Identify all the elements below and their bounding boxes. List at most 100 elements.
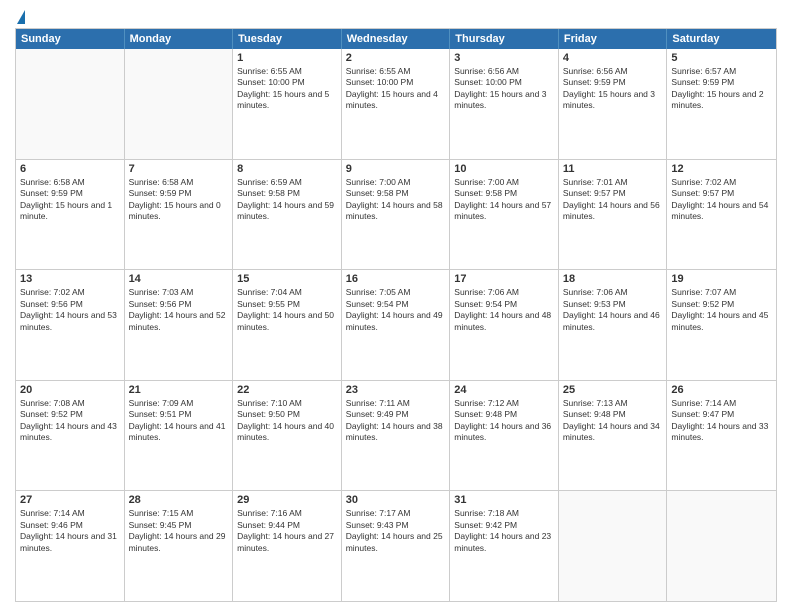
header xyxy=(15,10,777,22)
cell-text: Sunrise: 7:14 AMSunset: 9:47 PMDaylight:… xyxy=(671,398,772,444)
cell-text: Sunrise: 7:11 AMSunset: 9:49 PMDaylight:… xyxy=(346,398,446,444)
table-row: 10 Sunrise: 7:00 AMSunset: 9:58 PMDayligh… xyxy=(450,160,559,270)
cell-text: Sunrise: 6:59 AMSunset: 9:58 PMDaylight:… xyxy=(237,177,337,223)
week-row-5: 27 Sunrise: 7:14 AMSunset: 9:46 PMDayligh… xyxy=(16,491,776,601)
cell-text: Sunrise: 7:03 AMSunset: 9:56 PMDaylight:… xyxy=(129,287,229,333)
day-number: 20 xyxy=(20,384,120,396)
cell-text: Sunrise: 7:06 AMSunset: 9:54 PMDaylight:… xyxy=(454,287,554,333)
day-number: 4 xyxy=(563,52,663,64)
table-row: 15 Sunrise: 7:04 AMSunset: 9:55 PMDayligh… xyxy=(233,270,342,380)
day-number: 21 xyxy=(129,384,229,396)
day-number: 28 xyxy=(129,494,229,506)
cell-text: Sunrise: 7:07 AMSunset: 9:52 PMDaylight:… xyxy=(671,287,772,333)
cell-text: Sunrise: 6:58 AMSunset: 9:59 PMDaylight:… xyxy=(20,177,120,223)
table-row xyxy=(559,491,668,601)
table-row: 16 Sunrise: 7:05 AMSunset: 9:54 PMDayligh… xyxy=(342,270,451,380)
day-number: 6 xyxy=(20,163,120,175)
cell-text: Sunrise: 7:05 AMSunset: 9:54 PMDaylight:… xyxy=(346,287,446,333)
cell-text: Sunrise: 6:55 AMSunset: 10:00 PMDaylight… xyxy=(346,66,446,112)
table-row: 19 Sunrise: 7:07 AMSunset: 9:52 PMDayligh… xyxy=(667,270,776,380)
week-row-3: 13 Sunrise: 7:02 AMSunset: 9:56 PMDayligh… xyxy=(16,270,776,381)
day-number: 22 xyxy=(237,384,337,396)
day-number: 17 xyxy=(454,273,554,285)
table-row: 13 Sunrise: 7:02 AMSunset: 9:56 PMDayligh… xyxy=(16,270,125,380)
day-number: 23 xyxy=(346,384,446,396)
table-row: 23 Sunrise: 7:11 AMSunset: 9:49 PMDayligh… xyxy=(342,381,451,491)
day-number: 12 xyxy=(671,163,772,175)
header-friday: Friday xyxy=(559,29,668,49)
table-row: 17 Sunrise: 7:06 AMSunset: 9:54 PMDayligh… xyxy=(450,270,559,380)
header-saturday: Saturday xyxy=(667,29,776,49)
table-row xyxy=(125,49,234,159)
day-number: 26 xyxy=(671,384,772,396)
cell-text: Sunrise: 6:57 AMSunset: 9:59 PMDaylight:… xyxy=(671,66,772,112)
table-row: 6 Sunrise: 6:58 AMSunset: 9:59 PMDaylight… xyxy=(16,160,125,270)
table-row xyxy=(667,491,776,601)
day-number: 18 xyxy=(563,273,663,285)
cell-text: Sunrise: 6:56 AMSunset: 9:59 PMDaylight:… xyxy=(563,66,663,112)
calendar: Sunday Monday Tuesday Wednesday Thursday… xyxy=(15,28,777,602)
calendar-header: Sunday Monday Tuesday Wednesday Thursday… xyxy=(16,29,776,49)
table-row: 20 Sunrise: 7:08 AMSunset: 9:52 PMDayligh… xyxy=(16,381,125,491)
cell-text: Sunrise: 7:16 AMSunset: 9:44 PMDaylight:… xyxy=(237,508,337,554)
table-row: 31 Sunrise: 7:18 AMSunset: 9:42 PMDayligh… xyxy=(450,491,559,601)
day-number: 7 xyxy=(129,163,229,175)
cell-text: Sunrise: 7:00 AMSunset: 9:58 PMDaylight:… xyxy=(346,177,446,223)
table-row xyxy=(16,49,125,159)
day-number: 16 xyxy=(346,273,446,285)
cell-text: Sunrise: 7:17 AMSunset: 9:43 PMDaylight:… xyxy=(346,508,446,554)
week-row-1: 1 Sunrise: 6:55 AMSunset: 10:00 PMDayligh… xyxy=(16,49,776,160)
day-number: 10 xyxy=(454,163,554,175)
table-row: 24Sunrise: 7:12 AMSunset: 9:48 PMDayligh… xyxy=(450,381,559,491)
header-monday: Monday xyxy=(125,29,234,49)
day-number: 29 xyxy=(237,494,337,506)
cell-text: Sunrise: 6:58 AMSunset: 9:59 PMDaylight:… xyxy=(129,177,229,223)
cell-text: Sunrise: 7:02 AMSunset: 9:57 PMDaylight:… xyxy=(671,177,772,223)
table-row: 26 Sunrise: 7:14 AMSunset: 9:47 PMDayligh… xyxy=(667,381,776,491)
table-row: 22Sunrise: 7:10 AMSunset: 9:50 PMDayligh… xyxy=(233,381,342,491)
day-number: 14 xyxy=(129,273,229,285)
cell-text: Sunrise: 7:12 AMSunset: 9:48 PMDaylight:… xyxy=(454,398,554,444)
table-row: 29 Sunrise: 7:16 AMSunset: 9:44 PMDayligh… xyxy=(233,491,342,601)
cell-text: Sunrise: 7:14 AMSunset: 9:46 PMDaylight:… xyxy=(20,508,120,554)
table-row: 2 Sunrise: 6:55 AMSunset: 10:00 PMDayligh… xyxy=(342,49,451,159)
day-number: 31 xyxy=(454,494,554,506)
day-number: 8 xyxy=(237,163,337,175)
table-row: 12 Sunrise: 7:02 AMSunset: 9:57 PMDayligh… xyxy=(667,160,776,270)
table-row: 3Sunrise: 6:56 AMSunset: 10:00 PMDayligh… xyxy=(450,49,559,159)
table-row: 18 Sunrise: 7:06 AMSunset: 9:53 PMDayligh… xyxy=(559,270,668,380)
table-row: 8 Sunrise: 6:59 AMSunset: 9:58 PMDaylight… xyxy=(233,160,342,270)
table-row: 7 Sunrise: 6:58 AMSunset: 9:59 PMDaylight… xyxy=(125,160,234,270)
cell-text: Sunrise: 7:06 AMSunset: 9:53 PMDaylight:… xyxy=(563,287,663,333)
table-row: 27 Sunrise: 7:14 AMSunset: 9:46 PMDayligh… xyxy=(16,491,125,601)
cell-text: Sunrise: 7:08 AMSunset: 9:52 PMDaylight:… xyxy=(20,398,120,444)
day-number: 25 xyxy=(563,384,663,396)
table-row: 1Sunrise: 6:55 AMSunset: 10:00 PMDayligh… xyxy=(233,49,342,159)
cell-text: Sunrise: 7:04 AMSunset: 9:55 PMDaylight:… xyxy=(237,287,337,333)
header-wednesday: Wednesday xyxy=(342,29,451,49)
day-number: 1 xyxy=(237,52,337,64)
logo xyxy=(15,10,25,22)
table-row: 5 Sunrise: 6:57 AMSunset: 9:59 PMDaylight… xyxy=(667,49,776,159)
header-sunday: Sunday xyxy=(16,29,125,49)
cell-text: Sunrise: 7:01 AMSunset: 9:57 PMDaylight:… xyxy=(563,177,663,223)
table-row: 28Sunrise: 7:15 AMSunset: 9:45 PMDayligh… xyxy=(125,491,234,601)
day-number: 11 xyxy=(563,163,663,175)
day-number: 2 xyxy=(346,52,446,64)
cell-text: Sunrise: 7:02 AMSunset: 9:56 PMDaylight:… xyxy=(20,287,120,333)
day-number: 9 xyxy=(346,163,446,175)
table-row: 11 Sunrise: 7:01 AMSunset: 9:57 PMDayligh… xyxy=(559,160,668,270)
day-number: 27 xyxy=(20,494,120,506)
cell-text: Sunrise: 7:18 AMSunset: 9:42 PMDaylight:… xyxy=(454,508,554,554)
week-row-4: 20 Sunrise: 7:08 AMSunset: 9:52 PMDayligh… xyxy=(16,381,776,492)
cell-text: Sunrise: 7:09 AMSunset: 9:51 PMDaylight:… xyxy=(129,398,229,444)
cell-text: Sunrise: 7:00 AMSunset: 9:58 PMDaylight:… xyxy=(454,177,554,223)
calendar-body: 1 Sunrise: 6:55 AMSunset: 10:00 PMDayligh… xyxy=(16,49,776,601)
day-number: 13 xyxy=(20,273,120,285)
day-number: 5 xyxy=(671,52,772,64)
table-row: 14 Sunrise: 7:03 AMSunset: 9:56 PMDayligh… xyxy=(125,270,234,380)
day-number: 19 xyxy=(671,273,772,285)
day-number: 15 xyxy=(237,273,337,285)
table-row: 21 Sunrise: 7:09 AMSunset: 9:51 PMDayligh… xyxy=(125,381,234,491)
cell-text: Sunrise: 6:56 AMSunset: 10:00 PMDaylight… xyxy=(454,66,554,112)
